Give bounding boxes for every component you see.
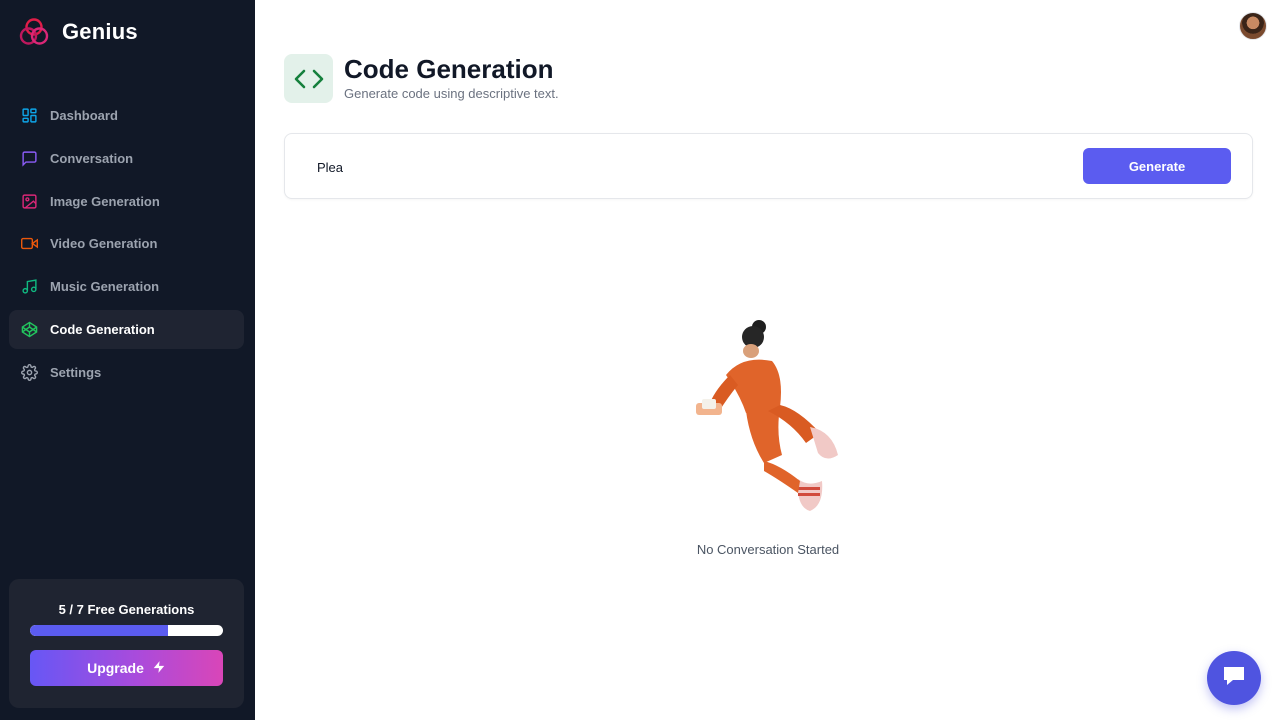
generate-button[interactable]: Generate: [1083, 148, 1231, 184]
upgrade-button[interactable]: Upgrade: [30, 650, 223, 686]
genius-logo-icon: [18, 16, 50, 48]
empty-state-illustration: [696, 320, 838, 511]
code-brackets-icon: [284, 54, 333, 103]
sidebar-item-code-generation[interactable]: Code Generation: [9, 309, 244, 349]
dashboard-icon: [20, 107, 38, 125]
empty-state-text: No Conversation Started: [696, 542, 840, 557]
sidebar-item-label: Video Generation: [50, 236, 158, 252]
upgrade-label: Upgrade: [87, 660, 144, 676]
page-header: Code Generation Generate code using desc…: [284, 54, 559, 103]
sidebar-item-label: Dashboard: [50, 108, 118, 123]
sidebar-item-label: Code Generation: [50, 321, 155, 337]
sidebar-item-label: Settings: [50, 364, 102, 380]
page-title: Code Generation: [344, 54, 554, 84]
free-generations-progress-fill: [30, 625, 168, 636]
image-icon: [20, 192, 38, 210]
sidebar-item-label: Image Generation: [50, 193, 160, 209]
video-icon: [20, 235, 38, 253]
empty-state: No Conversation Started: [660, 315, 876, 557]
sidebar: Genius Dashboard Conversation Image Gene…: [0, 0, 255, 720]
sidebar-item-settings[interactable]: Settings: [9, 353, 244, 392]
brand-name: Genius: [62, 19, 138, 44]
prompt-input[interactable]: [307, 152, 1067, 182]
sidebar-item-video-generation[interactable]: Video Generation: [9, 224, 244, 263]
gear-icon: [20, 363, 38, 381]
free-generations-progress: [30, 625, 223, 636]
sidebar-item-image-generation[interactable]: Image Generation: [9, 182, 244, 221]
brand[interactable]: Genius: [18, 16, 138, 48]
user-avatar[interactable]: [1239, 12, 1267, 40]
sidebar-item-music-generation[interactable]: Music Generation: [9, 267, 244, 306]
chat-support-button[interactable]: [1207, 651, 1261, 705]
sidebar-item-label: Music Generation: [50, 279, 160, 295]
code-icon: [20, 320, 38, 338]
music-icon: [20, 278, 38, 296]
chat-icon: [1221, 664, 1247, 693]
page-subtitle: Generate code using descriptive text.: [344, 86, 559, 101]
prompt-form: Generate: [284, 133, 1253, 199]
chat-bubble-icon: [20, 149, 38, 167]
sidebar-nav: Dashboard Conversation Image Generation …: [9, 96, 244, 396]
sidebar-item-label: Conversation: [50, 150, 134, 166]
free-generations-counter: 5 / 7 Free Generations: [58, 602, 195, 617]
sidebar-item-conversation[interactable]: Conversation: [9, 139, 244, 178]
sidebar-item-dashboard[interactable]: Dashboard: [9, 96, 244, 135]
lightning-icon: [152, 659, 166, 678]
free-generations-card: 5 / 7 Free Generations Upgrade: [9, 579, 244, 708]
